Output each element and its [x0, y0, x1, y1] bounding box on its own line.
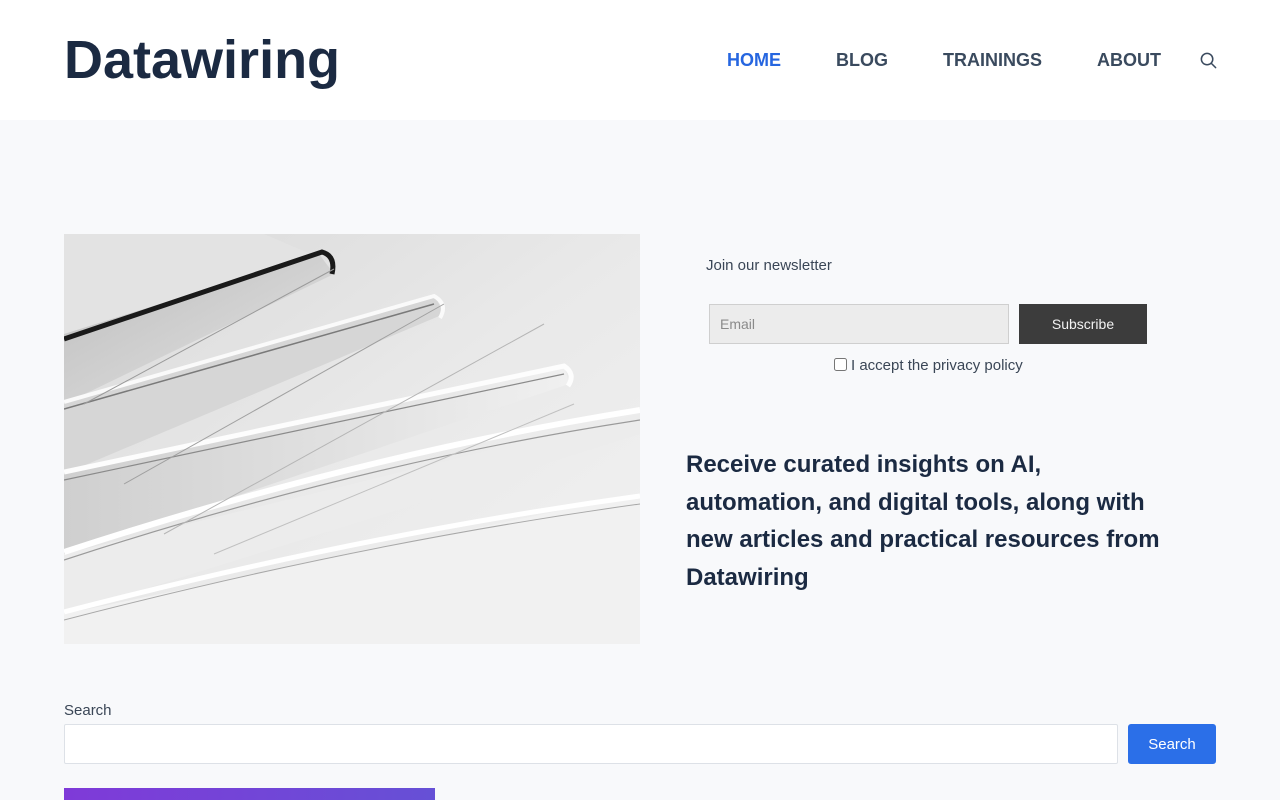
newsletter-title: Join our newsletter	[706, 257, 832, 274]
search-label: Search	[64, 702, 112, 719]
hero-image	[64, 234, 640, 644]
subscribe-button[interactable]: Subscribe	[1019, 304, 1147, 344]
architecture-image	[64, 234, 640, 644]
nav-item-home[interactable]: HOME	[727, 48, 781, 72]
email-field[interactable]	[709, 304, 1009, 344]
privacy-checkbox[interactable]	[834, 358, 847, 371]
privacy-consent: I accept the privacy policy	[834, 357, 1023, 374]
search-icon[interactable]	[1199, 51, 1218, 70]
nav-item-blog[interactable]: BLOG	[836, 48, 888, 72]
site-logo[interactable]: Datawiring	[64, 30, 340, 90]
nav-item-about[interactable]: ABOUT	[1097, 48, 1161, 72]
search-button[interactable]: Search	[1128, 724, 1216, 764]
search-input[interactable]	[64, 724, 1118, 764]
privacy-consent-label: I accept the privacy policy	[851, 357, 1023, 374]
site-header: Datawiring HOME BLOG TRAININGS ABOUT	[0, 0, 1280, 120]
promo-banner[interactable]	[64, 788, 435, 800]
nav-item-trainings[interactable]: TRAININGS	[943, 48, 1042, 72]
newsletter-blurb: Receive curated insights on AI, automati…	[686, 451, 1160, 591]
